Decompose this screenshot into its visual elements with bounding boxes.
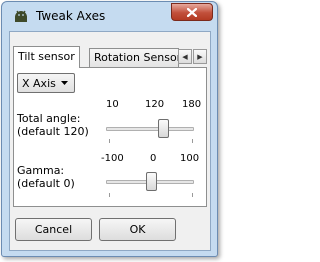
dialog-window: Tweak Axes Tilt sensor Rotation Sensor ◀… [1,1,218,257]
arrow-left-icon: ◀ [182,52,188,61]
total-angle-default-label: (default 120) [17,125,89,138]
tab-label: Tilt sensor [18,50,75,63]
angle-tick-mid: 120 [145,99,165,110]
total-angle-ticks [109,139,193,143]
tab-scroll-right-button[interactable]: ▶ [193,49,207,64]
arrow-right-icon: ▶ [197,52,203,61]
total-angle-track[interactable] [106,127,194,131]
gamma-tick-max: 100 [180,153,200,164]
gamma-tick-min: -100 [101,153,124,164]
total-angle-thumb[interactable] [158,119,170,138]
android-icon [13,9,29,23]
gamma-thumb[interactable] [146,172,157,191]
title-bar[interactable]: Tweak Axes [2,2,217,30]
gamma-ticks [109,193,193,197]
window-title: Tweak Axes [36,9,106,23]
tab-tilt-sensor[interactable]: Tilt sensor [13,46,80,68]
tab-panel-tilt-sensor: X Axis 10 120 180 Total angle: (default … [13,67,207,207]
ok-button[interactable]: OK [99,218,176,241]
angle-tick-max: 180 [182,99,202,110]
chevron-down-icon [61,81,68,85]
axis-select-value: X Axis [22,77,56,90]
dialog-client-area: Tilt sensor Rotation Sensor ◀ ▶ X Axis 1… [9,31,211,251]
close-icon [187,7,197,17]
total-angle-label: Total angle: [17,112,81,125]
cancel-button[interactable]: Cancel [15,218,92,241]
axis-select[interactable]: X Axis [17,73,75,93]
tab-scroll-left-button[interactable]: ◀ [178,49,192,64]
tab-label: Rotation Sensor [94,51,179,64]
gamma-tick-mid: 0 [150,153,157,164]
tab-strip: Tilt sensor Rotation Sensor ◀ ▶ [10,46,210,68]
close-button[interactable] [171,3,213,21]
angle-tick-min: 10 [106,99,119,110]
gamma-default-label: (default 0) [17,177,75,190]
tab-rotation-sensor[interactable]: Rotation Sensor [89,48,179,67]
gamma-label: Gamma: [17,164,65,177]
